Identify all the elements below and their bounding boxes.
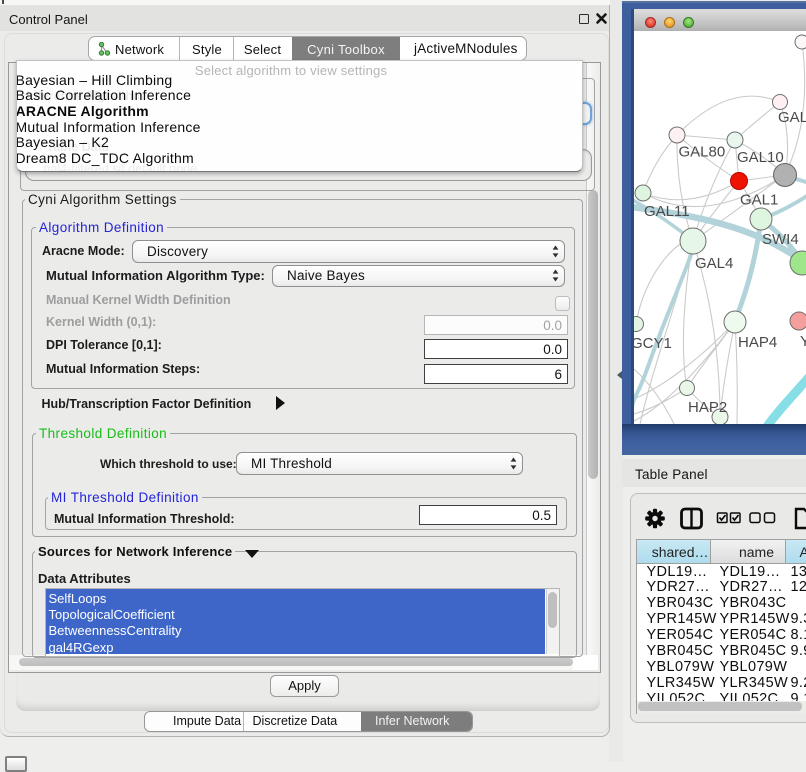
svg-text:SWI4: SWI4 xyxy=(762,231,799,248)
svg-text:GAL1: GAL1 xyxy=(740,192,778,209)
svg-text:GAL11: GAL11 xyxy=(644,203,690,220)
svg-text:GAL7: GAL7 xyxy=(778,109,806,126)
svg-text:GAL10: GAL10 xyxy=(737,149,784,166)
svg-text:YM: YM xyxy=(800,333,806,350)
svg-text:GAL80: GAL80 xyxy=(679,144,726,161)
svg-text:GCY1: GCY1 xyxy=(634,335,672,352)
svg-text:GAL4: GAL4 xyxy=(695,255,733,272)
svg-text:HAP4: HAP4 xyxy=(738,334,777,351)
svg-text:HAP2: HAP2 xyxy=(688,399,727,416)
